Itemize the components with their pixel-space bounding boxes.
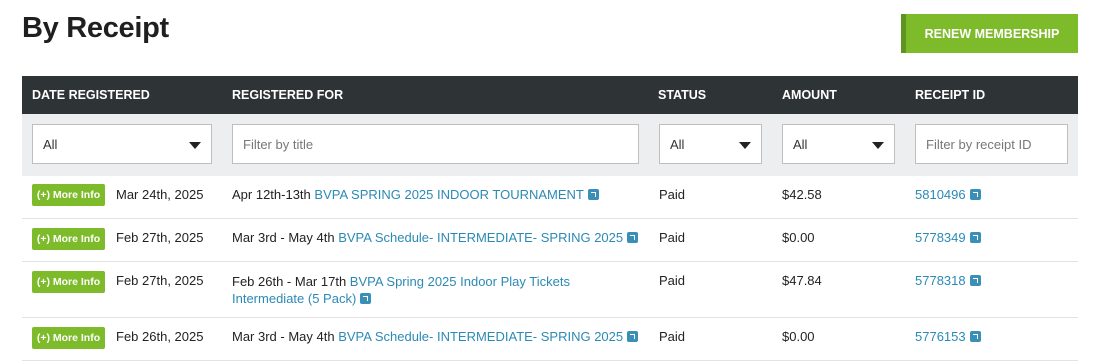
receipt-id: 5810496 [915, 187, 981, 202]
external-link-icon[interactable] [969, 331, 981, 342]
receipt-filter-input[interactable]: Filter by receipt ID [915, 124, 1068, 164]
table-header: DATE REGISTERED REGISTERED FOR STATUS AM… [22, 76, 1078, 114]
receipt-link[interactable]: 5810496 [915, 187, 966, 202]
chevron-down-icon [872, 142, 884, 149]
title-filter-placeholder: Filter by title [243, 137, 314, 152]
receipt-link[interactable]: 5778318 [915, 273, 966, 288]
receipt-id: 5776153 [915, 329, 981, 344]
status: Paid [659, 230, 686, 245]
column-header-amount[interactable]: AMOUNT [782, 88, 837, 102]
date-filter-value: All [43, 137, 58, 152]
external-link-icon[interactable] [627, 232, 639, 243]
registered-for: Feb 26th - Mar 17th BVPA Spring 2025 Ind… [232, 273, 570, 307]
chevron-down-icon [189, 142, 201, 149]
external-link-icon[interactable] [969, 232, 981, 243]
table-row: (+) More Info Feb 27th, 2025 Feb 26th - … [22, 262, 1078, 318]
event-link[interactable]: BVPA SPRING 2025 INDOOR TOURNAMENT [314, 187, 583, 202]
column-header-receipt-id[interactable]: RECEIPT ID [915, 88, 985, 102]
column-header-status[interactable]: STATUS [658, 88, 706, 102]
event-link[interactable]: BVPA Schedule- INTERMEDIATE- SPRING 2025 [338, 230, 623, 245]
event-link[interactable]: BVPA Spring 2025 Indoor Play Tickets [350, 274, 570, 289]
date-range: Mar 3rd - May 4th [232, 329, 335, 344]
receipt-id: 5778318 [915, 273, 981, 288]
status: Paid [659, 329, 686, 344]
renew-membership-button[interactable]: RENEW MEMBERSHIP [901, 14, 1078, 53]
date-registered: Feb 27th, 2025 [116, 273, 204, 288]
more-info-button[interactable]: (+) More Info [32, 327, 105, 349]
amount-filter-select[interactable]: All [782, 124, 895, 164]
date-registered: Feb 27th, 2025 [116, 230, 204, 245]
registered-for: Apr 12th-13th BVPA SPRING 2025 INDOOR TO… [232, 187, 599, 202]
amount: $0.00 [782, 329, 815, 344]
amount: $0.00 [782, 230, 815, 245]
filter-bar: All Filter by title All All Filter by re… [22, 114, 1078, 176]
status-filter-value: All [670, 137, 685, 152]
external-link-icon[interactable] [587, 189, 599, 200]
amount: $42.58 [782, 187, 822, 202]
date-range: Apr 12th-13th [232, 187, 311, 202]
title-filter-input[interactable]: Filter by title [232, 124, 639, 164]
more-info-button[interactable]: (+) More Info [32, 271, 105, 293]
table-row: (+) More Info Mar 24th, 2025 Apr 12th-13… [22, 176, 1078, 219]
date-range: Mar 3rd - May 4th [232, 230, 335, 245]
more-info-button[interactable]: (+) More Info [32, 228, 105, 250]
table-row: (+) More Info Feb 27th, 2025 Mar 3rd - M… [22, 219, 1078, 262]
page-title: By Receipt [22, 12, 169, 44]
date-filter-select[interactable]: All [32, 124, 212, 164]
date-range: Feb 26th - Mar 17th [232, 274, 347, 289]
receipt-id: 5778349 [915, 230, 981, 245]
registered-for: Mar 3rd - May 4th BVPA Schedule- INTERME… [232, 230, 639, 245]
status-filter-select[interactable]: All [659, 124, 762, 164]
amount-filter-value: All [793, 137, 808, 152]
registered-for: Mar 3rd - May 4th BVPA Schedule- INTERME… [232, 329, 639, 344]
status: Paid [659, 273, 686, 288]
event-link[interactable]: BVPA Schedule- INTERMEDIATE- SPRING 2025 [338, 329, 623, 344]
column-header-date[interactable]: DATE REGISTERED [32, 88, 150, 102]
date-registered: Feb 26th, 2025 [116, 329, 204, 344]
amount: $47.84 [782, 273, 822, 288]
date-registered: Mar 24th, 2025 [116, 187, 204, 202]
event-link-continued[interactable]: Intermediate (5 Pack) [232, 291, 356, 306]
external-link-icon[interactable] [360, 293, 372, 304]
external-link-icon[interactable] [627, 331, 639, 342]
receipt-link[interactable]: 5776153 [915, 329, 966, 344]
receipt-link[interactable]: 5778349 [915, 230, 966, 245]
status: Paid [659, 187, 686, 202]
more-info-button[interactable]: (+) More Info [32, 184, 105, 206]
table-row: (+) More Info Feb 26th, 2025 Mar 3rd - M… [22, 318, 1078, 361]
external-link-icon[interactable] [969, 275, 981, 286]
column-header-registered-for[interactable]: REGISTERED FOR [232, 88, 343, 102]
chevron-down-icon [739, 142, 751, 149]
receipt-filter-placeholder: Filter by receipt ID [926, 137, 1032, 152]
external-link-icon[interactable] [969, 189, 981, 200]
